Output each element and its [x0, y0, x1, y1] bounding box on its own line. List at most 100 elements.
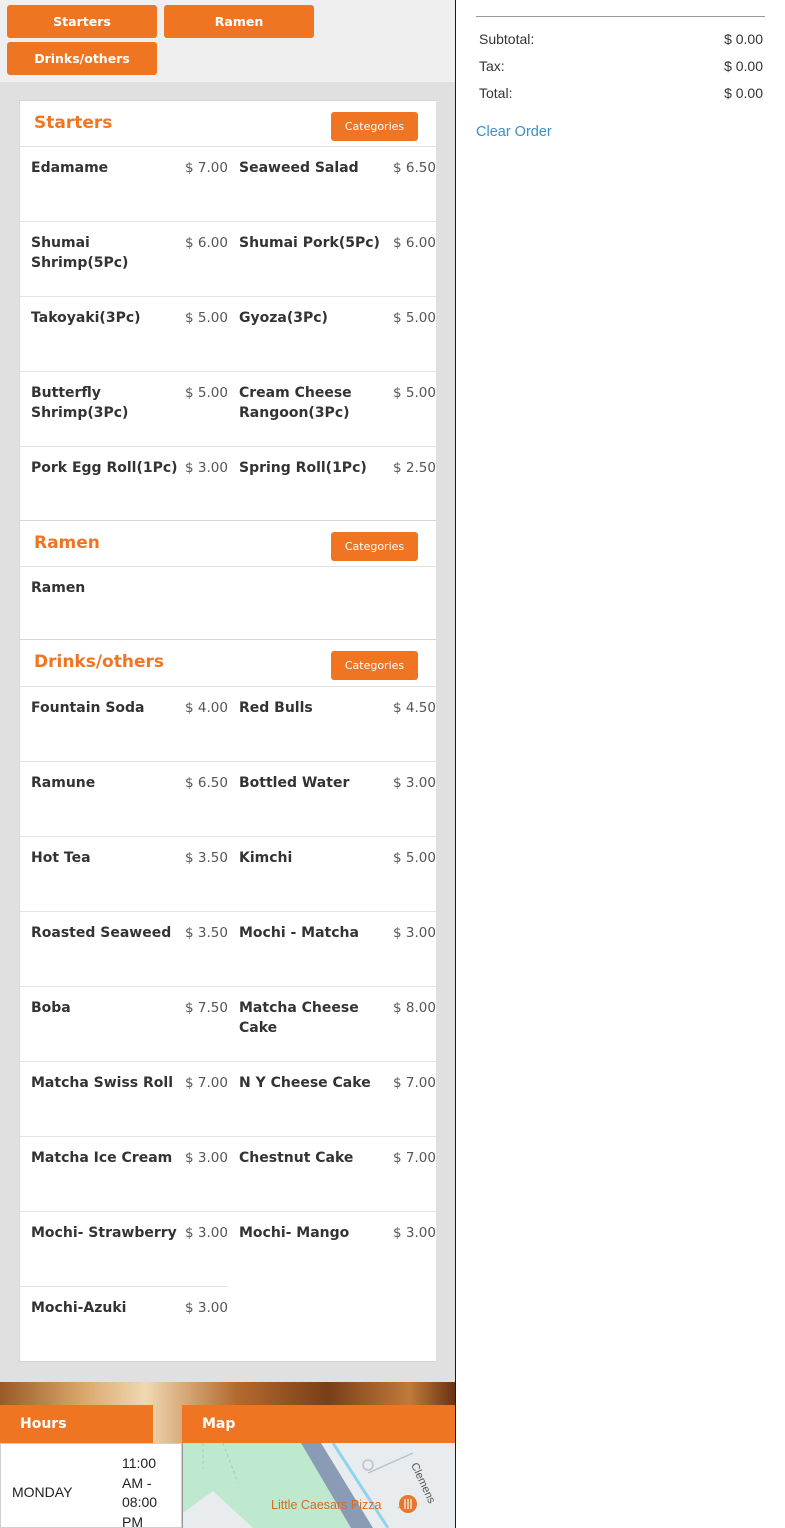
item-name: Butterfly Shrimp(3Pc)	[31, 385, 129, 421]
menu-item[interactable]: Butterfly Shrimp(3Pc) $ 5.00	[20, 372, 228, 447]
menu-item[interactable]: Hot Tea $ 3.50	[20, 837, 228, 912]
menu-item[interactable]: Matcha Swiss Roll $ 7.00	[20, 1062, 228, 1137]
map-tab[interactable]: Map	[182, 1405, 455, 1443]
section-header: Ramen Categories	[20, 521, 436, 567]
menu-item[interactable]: Ramen	[20, 567, 228, 639]
section-title: Starters	[34, 113, 113, 133]
item-price: $ 3.00	[185, 1150, 228, 1166]
menu-item[interactable]: Shumai Pork(5Pc) $ 6.00	[228, 222, 436, 297]
menu-item[interactable]: Pork Egg Roll(1Pc) $ 3.00	[20, 447, 228, 520]
item-name: Gyoza(3Pc)	[239, 310, 328, 326]
menu-item[interactable]: Spring Roll(1Pc) $ 2.50	[228, 447, 436, 520]
item-price: $ 3.00	[185, 1225, 228, 1241]
menu-item[interactable]: Mochi-Azuki $ 3.00	[20, 1287, 228, 1361]
nav-ramen-button[interactable]: Ramen	[164, 5, 314, 38]
item-name: Ramune	[31, 775, 96, 791]
item-price: $ 6.50	[393, 160, 436, 176]
section-title: Drinks/others	[34, 652, 164, 672]
hours-time: 11:00 AM - 08:00 PM	[122, 1455, 158, 1528]
hours-tab[interactable]: Hours	[0, 1405, 153, 1443]
categories-button[interactable]: Categories	[331, 532, 418, 561]
order-summary-panel: Subtotal: $ 0.00 Tax: $ 0.00 Total: $ 0.…	[456, 0, 785, 1528]
item-name: N Y Cheese Cake	[239, 1075, 371, 1091]
menu-item[interactable]: N Y Cheese Cake $ 7.00	[228, 1062, 436, 1137]
nav-drinks-button[interactable]: Drinks/others	[7, 42, 157, 75]
map-place-label: Little Caesars Pizza	[271, 1498, 382, 1512]
menu-item[interactable]: Boba $ 7.50	[20, 987, 228, 1062]
section-header: Starters Categories	[20, 101, 436, 147]
menu-item[interactable]: Gyoza(3Pc) $ 5.00	[228, 297, 436, 372]
item-price: $ 7.00	[393, 1150, 436, 1166]
item-price: $ 7.00	[393, 1075, 436, 1091]
total-value: $ 0.00	[724, 85, 763, 101]
menu-item[interactable]: Takoyaki(3Pc) $ 5.00	[20, 297, 228, 372]
section-starters: Starters Categories Edamame $ 7.00 Seawee…	[19, 100, 436, 521]
map-panel[interactable]: Little Caesars Pizza Clemens	[182, 1443, 455, 1528]
item-name: Red Bulls	[239, 700, 313, 716]
item-name: Mochi- Strawberry	[31, 1225, 177, 1241]
item-price: $ 3.00	[185, 1300, 228, 1316]
menu-item[interactable]: Bottled Water $ 3.00	[228, 762, 436, 837]
item-price: $ 6.00	[393, 235, 436, 251]
menu-item[interactable]: Matcha Ice Cream $ 3.00	[20, 1137, 228, 1212]
item-price: $ 5.00	[393, 385, 436, 401]
subtotal-label: Subtotal:	[479, 31, 535, 47]
item-name: Cream Cheese Rangoon(3Pc)	[239, 385, 352, 421]
summary-divider	[476, 16, 765, 17]
item-price: $ 4.50	[393, 700, 436, 716]
menu-item[interactable]: Kimchi $ 5.00	[228, 837, 436, 912]
section-drinks-others: Drinks/others Categories Fountain Soda $ …	[19, 639, 436, 1362]
menu-item[interactable]: Mochi- Strawberry $ 3.00	[20, 1212, 228, 1287]
menu-item[interactable]: Shumai Shrimp(5Pc) $ 6.00	[20, 222, 228, 297]
item-name: Matcha Ice Cream	[31, 1150, 173, 1166]
menu-item[interactable]: Mochi - Matcha $ 3.00	[228, 912, 436, 987]
menu-item[interactable]: Chestnut Cake $ 7.00	[228, 1137, 436, 1212]
item-price: $ 5.00	[393, 850, 436, 866]
item-price: $ 3.00	[393, 775, 436, 791]
menu-item[interactable]: Roasted Seaweed $ 3.50	[20, 912, 228, 987]
item-name: Matcha Swiss Roll	[31, 1075, 174, 1091]
item-price: $ 5.00	[185, 310, 228, 326]
item-price: $ 8.00	[393, 1000, 436, 1016]
menu-item[interactable]: Seaweed Salad $ 6.50	[228, 147, 436, 222]
menu-item[interactable]: Ramune $ 6.50	[20, 762, 228, 837]
item-name: Seaweed Salad	[239, 160, 359, 176]
item-name: Mochi- Mango	[239, 1225, 350, 1241]
item-name: Shumai Pork(5Pc)	[239, 235, 380, 251]
hours-panel: MONDAY 11:00 AM - 08:00 PM	[0, 1443, 182, 1528]
menu-item[interactable]: Cream Cheese Rangoon(3Pc) $ 5.00	[228, 372, 436, 447]
item-name: Mochi-Azuki	[31, 1300, 127, 1316]
item-name: Shumai Shrimp(5Pc)	[31, 235, 129, 271]
menu-item[interactable]: Edamame $ 7.00	[20, 147, 228, 222]
item-name: Kimchi	[239, 850, 293, 866]
item-price: $ 6.50	[185, 775, 228, 791]
nav-starters-button[interactable]: Starters	[7, 5, 157, 38]
item-price: $ 3.00	[393, 1225, 436, 1241]
item-name: Fountain Soda	[31, 700, 145, 716]
menu-item[interactable]: Fountain Soda $ 4.00	[20, 687, 228, 762]
total-label: Total:	[479, 85, 513, 101]
item-name: Bottled Water	[239, 775, 350, 791]
item-name: Spring Roll(1Pc)	[239, 460, 367, 476]
item-name: Hot Tea	[31, 850, 91, 866]
categories-button[interactable]: Categories	[331, 651, 418, 680]
section-title: Ramen	[34, 533, 100, 553]
item-price: $ 7.00	[185, 160, 228, 176]
item-name: Ramen	[31, 580, 86, 596]
tax-value: $ 0.00	[724, 58, 763, 74]
item-price: $ 4.00	[185, 700, 228, 716]
item-price: $ 6.00	[185, 235, 228, 251]
menu-item[interactable]: Matcha Cheese Cake $ 8.00	[228, 987, 436, 1062]
item-price: $ 7.00	[185, 1075, 228, 1091]
hours-day: MONDAY	[12, 1484, 73, 1500]
clear-order-link[interactable]: Clear Order	[476, 124, 552, 140]
restaurant-pin-icon	[399, 1495, 417, 1513]
tax-label: Tax:	[479, 58, 505, 74]
item-price: $ 5.00	[393, 310, 436, 326]
categories-button[interactable]: Categories	[331, 112, 418, 141]
item-name: Pork Egg Roll(1Pc)	[31, 460, 178, 476]
section-ramen: Ramen Categories Ramen	[19, 520, 436, 640]
category-quick-nav: Starters Ramen Drinks/others	[0, 0, 455, 82]
menu-item[interactable]: Red Bulls $ 4.50	[228, 687, 436, 762]
menu-item[interactable]: Mochi- Mango $ 3.00	[228, 1212, 436, 1287]
